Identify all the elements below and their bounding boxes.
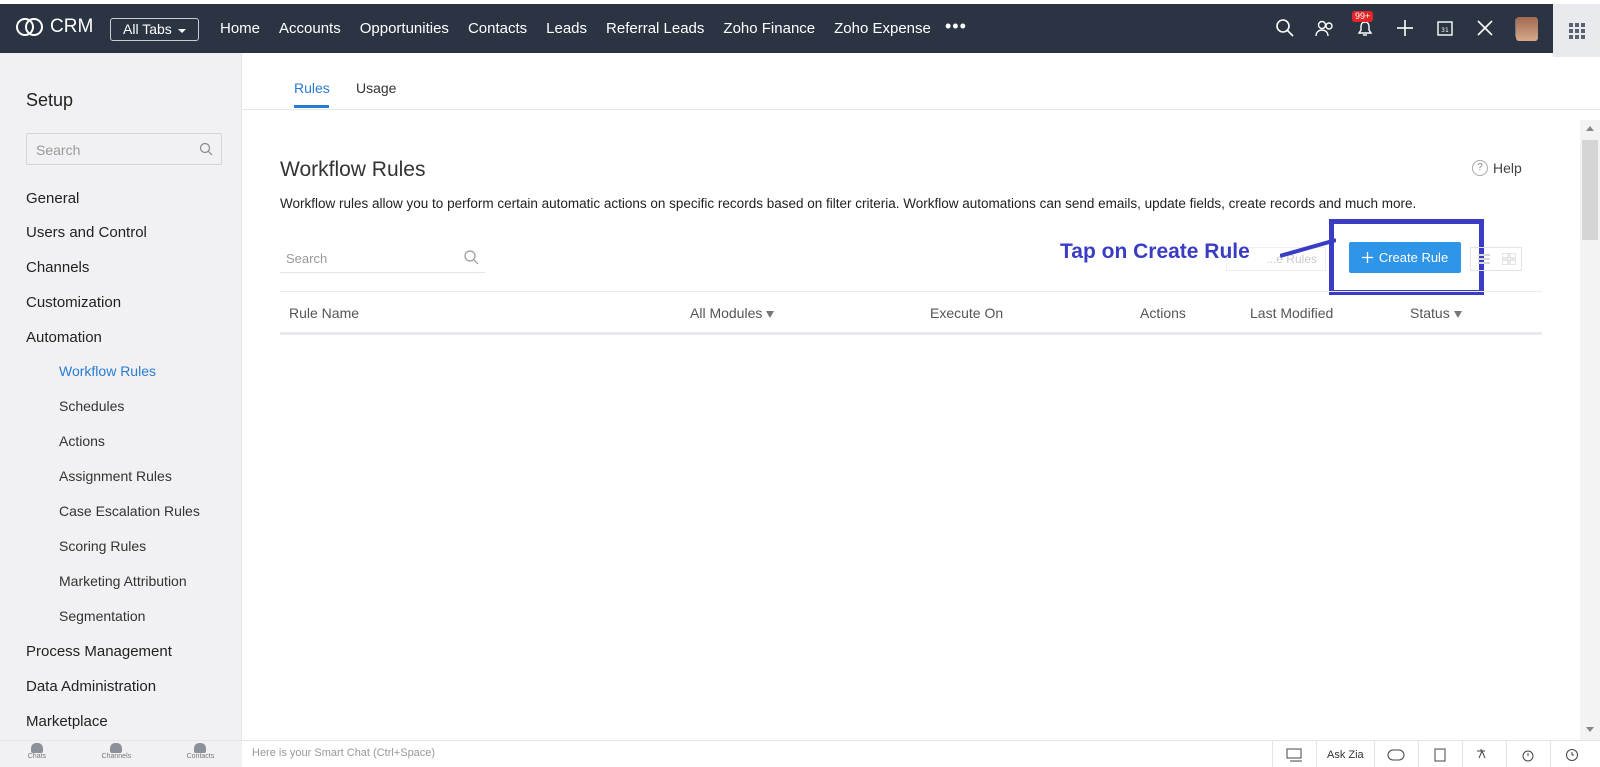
setup-tools-icon[interactable] <box>1475 18 1495 38</box>
crm-logo[interactable]: CRM <box>16 16 93 38</box>
brand-name: CRM <box>50 16 94 37</box>
svg-text:31: 31 <box>1441 27 1449 34</box>
nav-home[interactable]: Home <box>220 20 260 37</box>
bottom-chats[interactable]: Chats <box>28 741 46 767</box>
help-icon: ? <box>1472 160 1488 176</box>
all-tabs-label: All Tabs <box>123 21 172 37</box>
column-actions: Actions <box>1140 305 1186 321</box>
feeds-icon[interactable] <box>1315 18 1335 38</box>
screen-share-icon[interactable] <box>1272 741 1316 767</box>
sidebar-item-data-administration[interactable]: Data Administration <box>26 678 156 695</box>
ask-zia-button[interactable]: Ask Zia <box>1316 741 1374 767</box>
sidebar-item-schedules[interactable]: Schedules <box>59 398 124 414</box>
list-view-icon[interactable] <box>1471 248 1496 270</box>
search-icon <box>199 142 213 156</box>
tab-usage[interactable]: Usage <box>356 80 396 96</box>
sidebar-item-users-and-control[interactable]: Users and Control <box>26 224 147 241</box>
more-tabs-button[interactable]: ••• <box>945 16 967 37</box>
rules-search-placeholder: Search <box>286 251 328 266</box>
sidebar-item-marketplace[interactable]: Marketplace <box>26 713 108 730</box>
sidebar-item-general[interactable]: General <box>26 190 79 207</box>
column-last-modified[interactable]: Last Modified <box>1250 305 1333 321</box>
top-navbar: CRM All Tabs Home Accounts Opportunities… <box>0 0 1600 57</box>
filter-icon[interactable] <box>766 311 775 318</box>
plus-icon[interactable] <box>1395 18 1415 38</box>
main-nav: Home Accounts Opportunities Contacts Lea… <box>220 20 950 37</box>
nav-referral-leads[interactable]: Referral Leads <box>606 20 704 37</box>
bottom-bar: Chats Channels Contacts Here is your Sma… <box>0 740 1600 767</box>
sidebar-item-automation[interactable]: Automation <box>26 329 102 346</box>
help-link[interactable]: ? Help <box>1472 160 1522 176</box>
page-title: Workflow Rules <box>280 158 426 181</box>
sidebar-item-segmentation[interactable]: Segmentation <box>59 608 145 624</box>
setup-sidebar: Setup Search General Users and Control C… <box>0 53 242 740</box>
contacts-icon <box>194 743 207 753</box>
plus-icon <box>1361 252 1373 263</box>
nav-accounts[interactable]: Accounts <box>279 20 341 37</box>
translate-icon[interactable] <box>1461 741 1506 767</box>
gamepad-icon[interactable] <box>1373 741 1418 767</box>
column-all-modules[interactable]: All Modules <box>690 305 775 321</box>
crm-logo-icon <box>16 17 44 37</box>
page-description: Workflow rules allow you to perform cert… <box>280 196 1417 211</box>
bottom-quick-links: Chats Channels Contacts <box>0 741 242 767</box>
scroll-up-icon[interactable] <box>1586 126 1594 131</box>
top-icons: 31 <box>1275 18 1516 38</box>
setup-title: Setup <box>26 90 74 110</box>
nav-zoho-expense[interactable]: Zoho Expense <box>834 20 931 37</box>
sidebar-item-workflow-rules[interactable]: Workflow Rules <box>59 363 156 379</box>
annotation-arrow <box>1280 238 1336 258</box>
alarm-icon[interactable] <box>1505 741 1550 767</box>
grid-view-icon[interactable] <box>1496 248 1521 270</box>
sidebar-item-case-escalation-rules[interactable]: Case Escalation Rules <box>59 503 200 519</box>
chat-icon <box>30 743 43 753</box>
history-icon[interactable] <box>1549 741 1594 767</box>
sidebar-search-placeholder: Search <box>36 142 81 158</box>
sidebar-item-assignment-rules[interactable]: Assignment Rules <box>59 468 172 484</box>
avatar[interactable] <box>1516 17 1538 41</box>
column-execute-on: Execute On <box>930 305 1004 321</box>
all-tabs-dropdown[interactable]: All Tabs <box>110 18 199 41</box>
bottom-channels[interactable]: Channels <box>102 741 131 767</box>
help-label: Help <box>1493 160 1522 176</box>
sidebar-item-marketing-attribution[interactable]: Marketing Attribution <box>59 573 187 589</box>
tab-rules[interactable]: Rules <box>294 80 330 96</box>
column-status[interactable]: Status <box>1410 305 1462 321</box>
caret-down-icon <box>177 28 186 33</box>
nav-zoho-finance[interactable]: Zoho Finance <box>723 20 815 37</box>
smart-chat-input[interactable]: Here is your Smart Chat (Ctrl+Space) <box>252 747 435 759</box>
sidebar-item-channels[interactable]: Channels <box>26 259 89 276</box>
bottom-contacts[interactable]: Contacts <box>187 741 214 767</box>
app-grid-icon[interactable] <box>1553 4 1600 57</box>
rules-search-input[interactable]: Search <box>280 243 485 273</box>
nav-opportunities[interactable]: Opportunities <box>360 20 449 37</box>
create-rule-label: Create Rule <box>1378 250 1449 265</box>
tab-bar: Rules Usage <box>242 53 1600 110</box>
search-icon <box>464 250 479 265</box>
channels-icon <box>110 743 123 753</box>
notification-badge: 99+ <box>1352 11 1374 22</box>
sidebar-search-input[interactable]: Search <box>26 133 222 165</box>
sidebar-item-customization[interactable]: Customization <box>26 294 121 311</box>
rules-table-header: Rule Name All Modules Execute On Actions… <box>280 291 1542 335</box>
calendar-icon[interactable]: 31 <box>1435 18 1455 38</box>
sidebar-item-process-management[interactable]: Process Management <box>26 643 172 660</box>
sidebar-item-scoring-rules[interactable]: Scoring Rules <box>59 538 146 554</box>
notes-icon[interactable] <box>1417 741 1462 767</box>
nav-contacts[interactable]: Contacts <box>468 20 527 37</box>
view-toggle <box>1470 247 1522 271</box>
create-rule-button[interactable]: Create Rule <box>1349 242 1461 273</box>
scroll-down-icon[interactable] <box>1586 727 1594 732</box>
nav-leads[interactable]: Leads <box>546 20 587 37</box>
scrollbar-thumb[interactable] <box>1582 140 1598 240</box>
bottom-tools: Ask Zia <box>1272 741 1594 767</box>
search-icon[interactable] <box>1275 18 1295 38</box>
column-rule-name[interactable]: Rule Name <box>289 305 359 321</box>
sidebar-item-actions[interactable]: Actions <box>59 433 105 449</box>
annotation-label: Tap on Create Rule <box>1060 240 1250 263</box>
filter-icon[interactable] <box>1453 311 1462 318</box>
active-tab-indicator <box>294 105 329 108</box>
